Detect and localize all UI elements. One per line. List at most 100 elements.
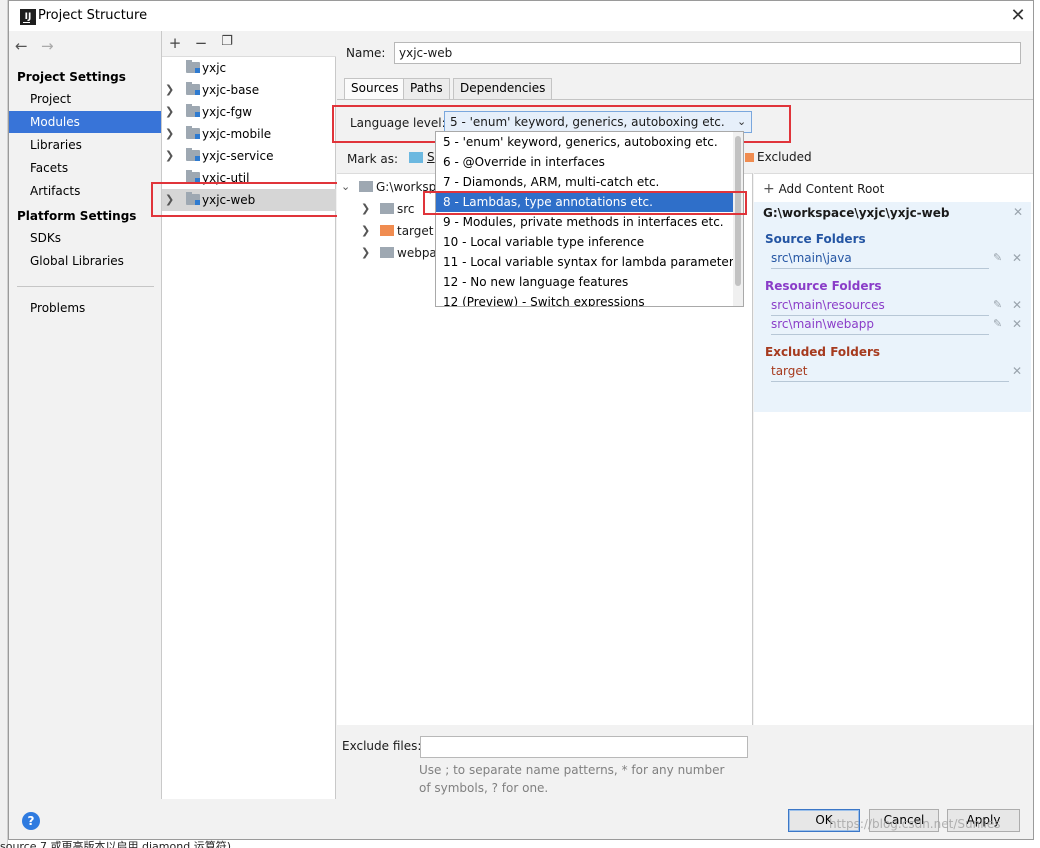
exclude-files-hint: Use ; to separate name patterns, * for a… — [419, 763, 725, 795]
sidebar-divider — [17, 286, 154, 287]
folder-underline — [771, 381, 1009, 382]
module-label: yxjc-base — [202, 83, 260, 97]
module-row[interactable]: ❯ yxjc-fgw — [162, 101, 336, 123]
background-window-strip — [0, 0, 8, 848]
expand-arrow-icon[interactable]: ❯ — [165, 123, 174, 145]
exclude-files-label: Exclude files: — [342, 739, 422, 753]
window-title: Project Structure — [38, 8, 148, 23]
source-folders-title: Source Folders — [765, 232, 866, 246]
sidebar-item-facets[interactable]: Facets — [9, 157, 161, 179]
watermark: https://blog.csdn.net/Sunlies — [829, 817, 1001, 831]
excluded-folder-icon[interactable] — [745, 153, 754, 162]
module-list: + − ❐ yxjc ❯ yxjc-base ❯ yxjc-fgw ❯ yxjc… — [162, 31, 336, 799]
module-label: yxjc-mobile — [202, 127, 272, 141]
sidebar-item-global-libraries[interactable]: Global Libraries — [9, 250, 161, 272]
annotation-box — [151, 182, 340, 217]
intellij-icon: IJ — [20, 9, 36, 25]
language-level-dropdown: 5 - 'enum' keyword, generics, autoboxing… — [435, 131, 744, 307]
project-structure-dialog: IJ Project Structure ✕ ← → Project Setti… — [8, 0, 1034, 840]
sidebar-item-problems[interactable]: Problems — [9, 297, 161, 319]
excluded-folder-icon — [380, 225, 394, 236]
tab-sources[interactable]: Sources — [344, 78, 406, 99]
module-folder-icon — [186, 82, 200, 95]
sidebar-item-project[interactable]: Project — [9, 88, 161, 110]
sidebar: ← → Project Settings Project Modules Lib… — [9, 31, 162, 799]
close-icon[interactable]: ✕ — [1012, 251, 1022, 265]
pencil-icon[interactable]: ✎ — [993, 317, 1002, 330]
folder-underline — [771, 315, 989, 316]
mark-as-label: Mark as: — [347, 152, 399, 166]
expand-arrow-icon[interactable]: ❯ — [361, 242, 370, 264]
dropdown-option[interactable]: 12 (Preview) - Switch expressions — [436, 292, 733, 306]
resource-folder-item[interactable]: src\main\webapp — [771, 317, 874, 331]
source-folder-item[interactable]: src\main\java — [771, 251, 852, 265]
dropdown-option[interactable]: 9 - Modules, private methods in interfac… — [436, 212, 733, 232]
background-text: source 7 或更高版本以启用 diamond 运算符) — [0, 840, 231, 848]
mark-as-sources-button[interactable]: S — [427, 150, 435, 164]
platform-settings-title: Platform Settings — [17, 209, 137, 223]
forward-arrow-icon[interactable]: → — [41, 37, 54, 55]
close-icon[interactable]: ✕ — [1012, 317, 1022, 331]
tree-label: target — [397, 224, 434, 238]
tab-divider — [337, 99, 1033, 100]
sidebar-item-modules[interactable]: Modules — [9, 111, 161, 133]
sidebar-item-sdks[interactable]: SDKs — [9, 227, 161, 249]
module-row[interactable]: ❯ yxjc-service — [162, 145, 336, 167]
tab-dependencies[interactable]: Dependencies — [453, 78, 553, 99]
name-input[interactable]: yxjc-web — [394, 42, 1021, 64]
module-label: yxjc-fgw — [202, 105, 253, 119]
module-row[interactable]: ❯ yxjc-base — [162, 79, 336, 101]
folder-icon — [380, 247, 394, 258]
add-icon[interactable]: + — [166, 34, 184, 52]
sidebar-item-libraries[interactable]: Libraries — [9, 134, 161, 156]
sources-folder-icon[interactable] — [409, 152, 423, 163]
dropdown-option[interactable]: 6 - @Override in interfaces — [436, 152, 733, 172]
expand-arrow-icon[interactable]: ❯ — [165, 79, 174, 101]
content-root-box: G:\workspace\yxjc\yxjc-web ✕ Source Fold… — [754, 202, 1031, 412]
close-icon[interactable]: ✕ — [1012, 298, 1022, 312]
back-arrow-icon[interactable]: ← — [15, 37, 28, 55]
excluded-folders-title: Excluded Folders — [765, 345, 881, 359]
pencil-icon[interactable]: ✎ — [993, 251, 1002, 264]
close-icon[interactable]: ✕ — [1004, 3, 1032, 29]
add-content-root-label: Add Content Root — [778, 182, 885, 196]
expand-arrow-icon[interactable]: ❯ — [165, 101, 174, 123]
close-icon[interactable]: ✕ — [1012, 364, 1022, 378]
help-icon[interactable]: ? — [22, 812, 40, 830]
exclude-files-input[interactable] — [420, 736, 748, 758]
annotation-box — [423, 191, 747, 215]
resource-folders-title: Resource Folders — [765, 279, 882, 293]
pencil-icon[interactable]: ✎ — [993, 298, 1002, 311]
excluded-folder-item[interactable]: target — [771, 364, 808, 378]
module-folder-icon — [186, 104, 200, 117]
expand-arrow-icon[interactable]: ❯ — [361, 198, 370, 220]
resource-folder-item[interactable]: src\main\resources — [771, 298, 885, 312]
add-content-root-button[interactable]: + Add Content Root — [763, 181, 884, 197]
module-folder-icon — [186, 126, 200, 139]
module-label: yxjc-service — [202, 149, 274, 163]
dropdown-option[interactable]: 7 - Diamonds, ARM, multi-catch etc. — [436, 172, 733, 192]
collapse-arrow-icon[interactable]: ⌄ — [341, 176, 350, 198]
folder-underline — [771, 334, 989, 335]
expand-arrow-icon[interactable]: ❯ — [361, 220, 370, 242]
tree-label: webpa — [397, 246, 437, 260]
sidebar-item-artifacts[interactable]: Artifacts — [9, 180, 161, 202]
remove-root-icon[interactable]: ✕ — [1013, 205, 1023, 219]
expand-arrow-icon[interactable]: ❯ — [165, 145, 174, 167]
module-label: yxjc — [202, 61, 227, 75]
remove-icon[interactable]: − — [192, 34, 210, 52]
dropdown-option[interactable]: 12 - No new language features — [436, 272, 733, 292]
module-folder-icon — [186, 148, 200, 161]
mark-as-excluded-button[interactable]: Excluded — [757, 150, 812, 164]
name-label: Name: — [346, 46, 386, 60]
dropdown-option[interactable]: 5 - 'enum' keyword, generics, autoboxing… — [436, 132, 733, 152]
module-row[interactable]: yxjc — [162, 57, 336, 79]
dropdown-option[interactable]: 11 - Local variable syntax for lambda pa… — [436, 252, 740, 272]
module-toolbar: + − ❐ — [162, 31, 336, 57]
copy-icon[interactable]: ❐ — [218, 34, 236, 49]
project-settings-title: Project Settings — [17, 70, 126, 84]
module-row[interactable]: ❯ yxjc-mobile — [162, 123, 336, 145]
dropdown-option[interactable]: 10 - Local variable type inference — [436, 232, 733, 252]
add-icon: + — [763, 181, 775, 197]
tab-paths[interactable]: Paths — [403, 78, 450, 99]
